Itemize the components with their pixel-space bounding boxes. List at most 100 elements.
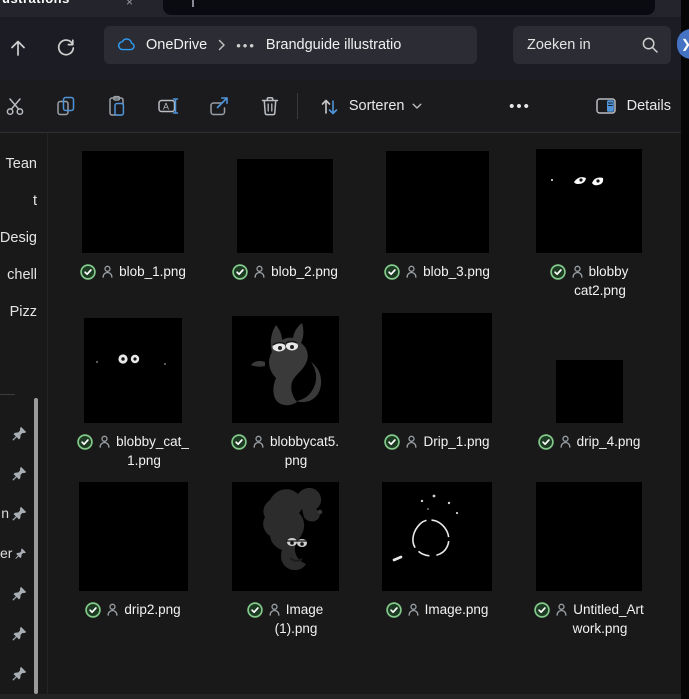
file-item[interactable]: blob_2.png	[209, 146, 361, 313]
shared-person-icon	[107, 603, 118, 616]
file-item[interactable]: blobbycat5. png	[209, 313, 361, 481]
details-pane-icon	[595, 98, 616, 114]
search-icon	[642, 37, 658, 53]
sidebar-pinned-item[interactable]: er	[0, 533, 31, 573]
ellipsis-icon: •••	[509, 97, 531, 115]
paste-button[interactable]	[102, 87, 133, 125]
file-item[interactable]: Image (1).png	[209, 481, 361, 671]
sync-status-icon	[385, 601, 402, 618]
shared-person-icon	[99, 435, 110, 448]
file-thumbnail[interactable]	[84, 318, 182, 423]
sidebar-pinned-item[interactable]: n	[0, 493, 31, 533]
pin-icon	[15, 547, 27, 559]
file-item[interactable]: Drip_1.png	[361, 313, 513, 481]
file-name: blob_1.png	[119, 264, 186, 279]
file-thumbnail[interactable]	[555, 360, 623, 423]
more-options-button[interactable]: •••	[498, 87, 541, 125]
file-thumbnail[interactable]	[82, 151, 184, 253]
details-label: Details	[626, 98, 671, 114]
copy-icon	[57, 96, 75, 116]
sidebar-item[interactable]: Tean	[0, 145, 48, 182]
up-button[interactable]	[0, 30, 36, 66]
trash-icon	[261, 96, 278, 116]
file-thumbnail[interactable]	[382, 313, 492, 423]
sidebar-item[interactable]: Desig	[0, 219, 48, 256]
file-item[interactable]: blobby cat2.png	[513, 146, 665, 313]
shared-person-icon	[102, 265, 113, 278]
file-item[interactable]: Image.png	[361, 481, 513, 671]
sidebar-items-list: Tean t Desig chell Pizz	[0, 145, 48, 330]
pin-icon	[12, 506, 27, 521]
sidebar-pinned-item[interactable]	[0, 453, 31, 493]
file-thumbnail-zone	[513, 313, 665, 423]
sort-button[interactable]: Sorteren	[308, 87, 433, 125]
file-browser-content: blob_1.png blob_2.png blob_3.png blobby …	[48, 133, 681, 694]
copy-button[interactable]	[51, 87, 82, 125]
file-label: drip2.png	[85, 600, 181, 619]
file-thumbnail[interactable]	[536, 149, 642, 253]
share-button[interactable]	[203, 87, 234, 125]
file-thumbnail[interactable]	[385, 151, 489, 253]
file-thumbnail[interactable]	[382, 482, 492, 591]
paste-icon	[109, 95, 125, 116]
file-thumbnail-zone	[361, 313, 513, 423]
file-item[interactable]: blobby_cat_ 1.png	[57, 313, 209, 481]
file-item[interactable]: blob_1.png	[57, 146, 209, 313]
file-label: blob_1.png	[80, 262, 186, 281]
file-item[interactable]: blob_3.png	[361, 146, 513, 313]
up-arrow-icon	[11, 40, 25, 56]
sidebar-pinned-item[interactable]	[0, 653, 31, 693]
file-item[interactable]: Untitled_Art work.png	[513, 481, 665, 671]
shared-person-icon	[269, 603, 280, 616]
file-thumbnail-zone	[209, 313, 361, 423]
details-button[interactable]: Details	[584, 87, 681, 125]
search-placeholder: Zoeken in	[527, 37, 591, 53]
file-thumbnail[interactable]	[231, 316, 339, 423]
sidebar-divider	[0, 394, 15, 395]
file-grid: blob_1.png blob_2.png blob_3.png blobby …	[57, 146, 665, 671]
breadcrumb-current-folder[interactable]: Brandguide illustratio	[266, 37, 465, 53]
sidebar-item[interactable]: chell	[0, 256, 48, 293]
command-toolbar: A Sorteren ••• Details	[0, 80, 681, 133]
file-grid-row: drip2.png Image (1).png Image.png Untitl…	[57, 481, 665, 671]
breadcrumb-overflow[interactable]: •••	[236, 38, 256, 53]
breadcrumb-root[interactable]: OneDrive	[146, 37, 207, 53]
sync-status-icon	[246, 601, 263, 618]
file-grid-row: blobby_cat_ 1.png blobbycat5. png Drip_1…	[57, 313, 665, 481]
file-name: blobbycat5.	[269, 434, 340, 449]
file-label: Untitled_Art work.png	[534, 600, 644, 638]
file-thumbnail[interactable]	[78, 482, 188, 591]
shared-person-icon	[406, 435, 417, 448]
sidebar-pinned-item[interactable]	[0, 613, 31, 653]
sidebar-pinned-item[interactable]	[0, 573, 31, 613]
tab-title-clipped[interactable]: ustrations	[2, 0, 70, 6]
refresh-button[interactable]	[48, 30, 84, 66]
delete-button[interactable]	[254, 87, 285, 125]
sidebar-scrollbar[interactable]	[34, 398, 38, 694]
file-item[interactable]: drip_4.png	[513, 313, 665, 481]
file-thumbnail[interactable]	[536, 482, 642, 591]
active-tab[interactable]	[163, 0, 655, 15]
sync-status-icon	[232, 263, 248, 280]
file-name-wrap: (1).png	[274, 621, 318, 636]
shared-person-icon	[560, 435, 571, 448]
sidebar-item[interactable]: t	[0, 182, 48, 219]
search-box[interactable]: Zoeken in	[513, 26, 671, 64]
file-thumbnail[interactable]	[237, 159, 333, 253]
tab-close-icon[interactable]: ×	[126, 0, 133, 9]
file-item[interactable]: drip2.png	[57, 481, 209, 671]
sync-status-icon	[384, 433, 401, 450]
rename-button[interactable]: A	[153, 87, 184, 125]
sort-label: Sorteren	[348, 98, 405, 114]
file-thumbnail-zone	[513, 146, 665, 253]
cut-button[interactable]	[0, 87, 31, 125]
file-name: blobby	[588, 264, 629, 279]
address-bar[interactable]: OneDrive ••• Brandguide illustratio	[104, 26, 477, 64]
file-name: drip2.png	[124, 602, 181, 617]
file-label: blobby_cat_ 1.png	[77, 432, 189, 470]
sidebar-pinned-item[interactable]	[0, 413, 31, 453]
sidebar-item[interactable]: Pizz	[0, 293, 48, 330]
file-thumbnail-zone	[57, 481, 209, 591]
shared-person-icon	[253, 435, 264, 448]
file-thumbnail[interactable]	[231, 482, 339, 591]
